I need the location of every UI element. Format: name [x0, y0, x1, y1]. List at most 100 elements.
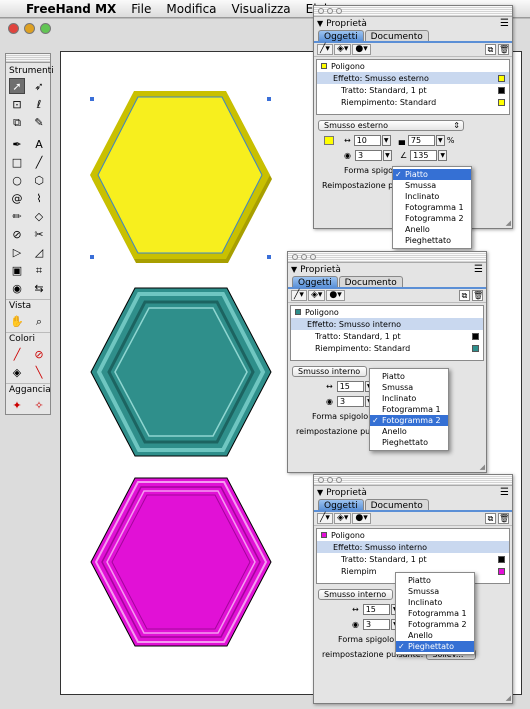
option-smussa[interactable]: Smussa	[393, 180, 471, 191]
text-tool-icon[interactable]: A	[31, 136, 47, 152]
width-field[interactable]: 15	[336, 381, 364, 392]
list-item[interactable]: Tratto: Standard, 1 pt	[291, 330, 483, 342]
panel-menu-icon[interactable]: ☰	[500, 18, 509, 29]
add-stroke-button[interactable]: ╱▾	[291, 290, 307, 301]
delete-attribute-icon[interactable]: 🗑	[472, 290, 483, 301]
link-tool-icon[interactable]: ⇆	[31, 280, 47, 296]
angle-stepper[interactable]: ▼	[438, 150, 448, 161]
list-item[interactable]: Tratto: Standard, 1 pt	[317, 553, 509, 565]
add-fill-button[interactable]: ◈▾	[333, 44, 352, 55]
yellow-hexagon[interactable]	[86, 87, 276, 267]
option-fotogramma-1[interactable]: Fotogramma 1	[393, 202, 471, 213]
magenta-hexagon[interactable]	[87, 476, 277, 648]
no-fill-icon[interactable]: ╲	[31, 364, 47, 380]
add-stroke-button[interactable]: ╱▾	[317, 44, 333, 55]
list-item[interactable]: Effetto: Smusso interno	[291, 318, 483, 330]
option-smussa[interactable]: Smussa	[396, 586, 474, 597]
pencil-tool-icon[interactable]: ✏	[9, 208, 25, 224]
contrast-field[interactable]: 75	[407, 135, 435, 146]
option-fotogramma-2[interactable]: Fotogramma 2	[370, 415, 448, 426]
option-piatto[interactable]: Piatto	[393, 169, 471, 180]
knife-tool-icon[interactable]: ⊘	[9, 226, 25, 242]
bezigon-tool-icon[interactable]: ⌇	[31, 190, 47, 206]
stroke-color-icon[interactable]: ╱	[9, 346, 25, 362]
option-pieghettato[interactable]: Pieghettato	[370, 437, 448, 448]
list-item[interactable]: Riempimento: Standard	[291, 342, 483, 354]
eyedropper-tool-icon[interactable]: ✎	[31, 114, 47, 130]
add-fill-button[interactable]: ◈▾	[333, 513, 352, 524]
selection-handle[interactable]	[90, 255, 94, 259]
tab-documento[interactable]: Documento	[338, 276, 403, 288]
hand-tool-icon[interactable]: ✋	[9, 313, 25, 329]
delete-attribute-icon[interactable]: 🗑	[498, 44, 509, 55]
contrast-stepper[interactable]: ▼	[435, 135, 445, 146]
close-window-icon[interactable]	[8, 23, 19, 34]
pointer-tool-icon[interactable]: ➚	[9, 78, 25, 94]
softness-field[interactable]: 3	[336, 396, 364, 407]
eraser-tool-icon[interactable]: ◇	[31, 208, 47, 224]
resize-grip-icon[interactable]: ◢	[480, 463, 485, 471]
crop-tool-icon[interactable]: ⌗	[31, 262, 47, 278]
rectangle-tool-icon[interactable]: □	[9, 154, 25, 170]
softness-stepper[interactable]: ▼	[382, 150, 392, 161]
option-fotogramma-2[interactable]: Fotogramma 2	[396, 619, 474, 630]
no-stroke-icon[interactable]: ⊘	[31, 346, 47, 362]
collapse-arrow-icon[interactable]: ▼	[291, 265, 297, 274]
menu-app[interactable]: FreeHand MX	[26, 2, 116, 16]
option-fotogramma-1[interactable]: Fotogramma 1	[370, 404, 448, 415]
add-effect-button[interactable]: ●▾	[326, 290, 345, 301]
freeform-tool-icon[interactable]: ✂	[31, 226, 47, 242]
angle-field[interactable]: 135	[410, 150, 438, 161]
page-tool-icon[interactable]: ⊡	[9, 96, 25, 112]
softness-field[interactable]: 3	[362, 619, 390, 630]
width-field[interactable]: 15	[362, 604, 390, 615]
option-pieghettato[interactable]: Pieghettato	[396, 641, 474, 652]
selection-handle[interactable]	[267, 255, 271, 259]
ellipse-tool-icon[interactable]: ○	[9, 172, 25, 188]
line-tool-icon[interactable]: ╱	[31, 154, 47, 170]
zoom-tool-icon[interactable]: ⌕	[31, 313, 47, 329]
option-anello[interactable]: Anello	[396, 630, 474, 641]
pen-tool-icon[interactable]: ✒	[9, 136, 25, 152]
zoom-window-icon[interactable]	[40, 23, 51, 34]
list-item[interactable]: Riempimento: Standard	[317, 96, 509, 108]
option-fotogramma-2[interactable]: Fotogramma 2	[393, 213, 471, 224]
panel-titlebar[interactable]	[314, 475, 512, 486]
resize-grip-icon[interactable]: ◢	[506, 694, 511, 702]
option-inclinato[interactable]: Inclinato	[393, 191, 471, 202]
panel-titlebar[interactable]	[288, 252, 486, 263]
hotspot-tool-icon[interactable]: ◉	[9, 280, 25, 296]
minimize-window-icon[interactable]	[24, 23, 35, 34]
tab-oggetti[interactable]: Oggetti	[318, 30, 364, 42]
list-item[interactable]: Tratto: Standard, 1 pt	[317, 84, 509, 96]
snap-on-icon[interactable]: ✦	[9, 397, 25, 413]
add-effect-button[interactable]: ●▾	[352, 513, 371, 524]
add-effect-button[interactable]: ●▾	[352, 44, 371, 55]
menu-file[interactable]: File	[131, 2, 151, 16]
duplicate-attribute-icon[interactable]: ⧉	[485, 513, 496, 524]
duplicate-attribute-icon[interactable]: ⧉	[459, 290, 470, 301]
delete-attribute-icon[interactable]: 🗑	[498, 513, 509, 524]
tab-oggetti[interactable]: Oggetti	[318, 499, 364, 511]
tab-oggetti[interactable]: Oggetti	[292, 276, 338, 288]
spiral-tool-icon[interactable]: @	[9, 190, 25, 206]
panel-menu-icon[interactable]: ☰	[500, 487, 509, 498]
option-smussa[interactable]: Smussa	[370, 382, 448, 393]
effect-dropdown[interactable]: Smusso esterno ⇕	[318, 120, 464, 131]
add-fill-button[interactable]: ◈▾	[307, 290, 326, 301]
duplicate-attribute-icon[interactable]: ⧉	[485, 44, 496, 55]
subselect-tool-icon[interactable]: ➶	[31, 78, 47, 94]
panel-menu-icon[interactable]: ☰	[474, 264, 483, 275]
perspective-tool-icon[interactable]: ▷	[9, 244, 25, 260]
tab-documento[interactable]: Documento	[364, 499, 429, 511]
scale-tool-icon[interactable]: ⧉	[9, 114, 25, 130]
resize-grip-icon[interactable]: ◢	[506, 219, 511, 227]
polygon-tool-icon[interactable]: ⬡	[31, 172, 47, 188]
add-stroke-button[interactable]: ╱▾	[317, 513, 333, 524]
effect-dropdown[interactable]: Smusso interno	[318, 589, 393, 600]
option-inclinato[interactable]: Inclinato	[370, 393, 448, 404]
collapse-arrow-icon[interactable]: ▼	[317, 19, 323, 28]
tools-titlebar[interactable]	[6, 54, 50, 63]
fill-color-icon[interactable]: ◈	[9, 364, 25, 380]
option-anello[interactable]: Anello	[393, 224, 471, 235]
